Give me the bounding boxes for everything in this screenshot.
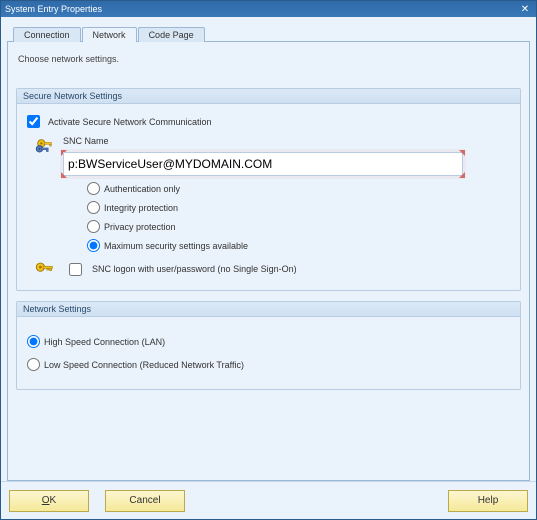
help-button[interactable]: Help xyxy=(448,490,528,512)
high-speed-radio[interactable] xyxy=(27,335,40,348)
window-titlebar: System Entry Properties ✕ xyxy=(1,1,536,17)
secure-network-group: Secure Network Settings Activate Secure … xyxy=(16,88,521,291)
activate-snc-checkbox[interactable] xyxy=(27,115,40,128)
max-security-label[interactable]: Maximum security settings available xyxy=(104,241,248,251)
tab-codepage[interactable]: Code Page xyxy=(138,27,205,42)
tab-strip: Connection Network Code Page xyxy=(13,23,530,41)
window-title: System Entry Properties xyxy=(5,4,102,14)
max-security-radio[interactable] xyxy=(87,239,100,252)
network-settings-header: Network Settings xyxy=(17,302,520,317)
low-speed-label[interactable]: Low Speed Connection (Reduced Network Tr… xyxy=(44,360,244,370)
snc-logon-label[interactable]: SNC logon with user/password (no Single … xyxy=(92,264,297,274)
auth-only-label[interactable]: Authentication only xyxy=(104,184,180,194)
network-settings-group: Network Settings High Speed Connection (… xyxy=(16,301,521,390)
snc-logon-checkbox[interactable] xyxy=(69,263,82,276)
integrity-label[interactable]: Integrity protection xyxy=(104,203,178,213)
auth-only-radio[interactable] xyxy=(87,182,100,195)
tab-network[interactable]: Network xyxy=(82,27,137,42)
tab-connection[interactable]: Connection xyxy=(13,27,81,42)
privacy-radio[interactable] xyxy=(87,220,100,233)
key-icon xyxy=(33,258,57,280)
low-speed-radio[interactable] xyxy=(27,358,40,371)
cancel-button[interactable]: Cancel xyxy=(105,490,185,512)
snc-name-label: SNC Name xyxy=(63,136,510,146)
activate-snc-label[interactable]: Activate Secure Network Communication xyxy=(48,117,212,127)
tab-panel-network: Choose network settings. Secure Network … xyxy=(7,41,530,481)
snc-name-input[interactable] xyxy=(63,152,463,176)
button-bar: OK Cancel Help xyxy=(1,481,536,519)
instruction-text: Choose network settings. xyxy=(18,54,521,64)
privacy-label[interactable]: Privacy protection xyxy=(104,222,176,232)
secure-network-header: Secure Network Settings xyxy=(17,89,520,104)
keys-icon xyxy=(33,136,57,158)
close-icon[interactable]: ✕ xyxy=(518,3,532,15)
ok-button[interactable]: OK xyxy=(9,490,89,512)
high-speed-label[interactable]: High Speed Connection (LAN) xyxy=(44,337,165,347)
integrity-radio[interactable] xyxy=(87,201,100,214)
